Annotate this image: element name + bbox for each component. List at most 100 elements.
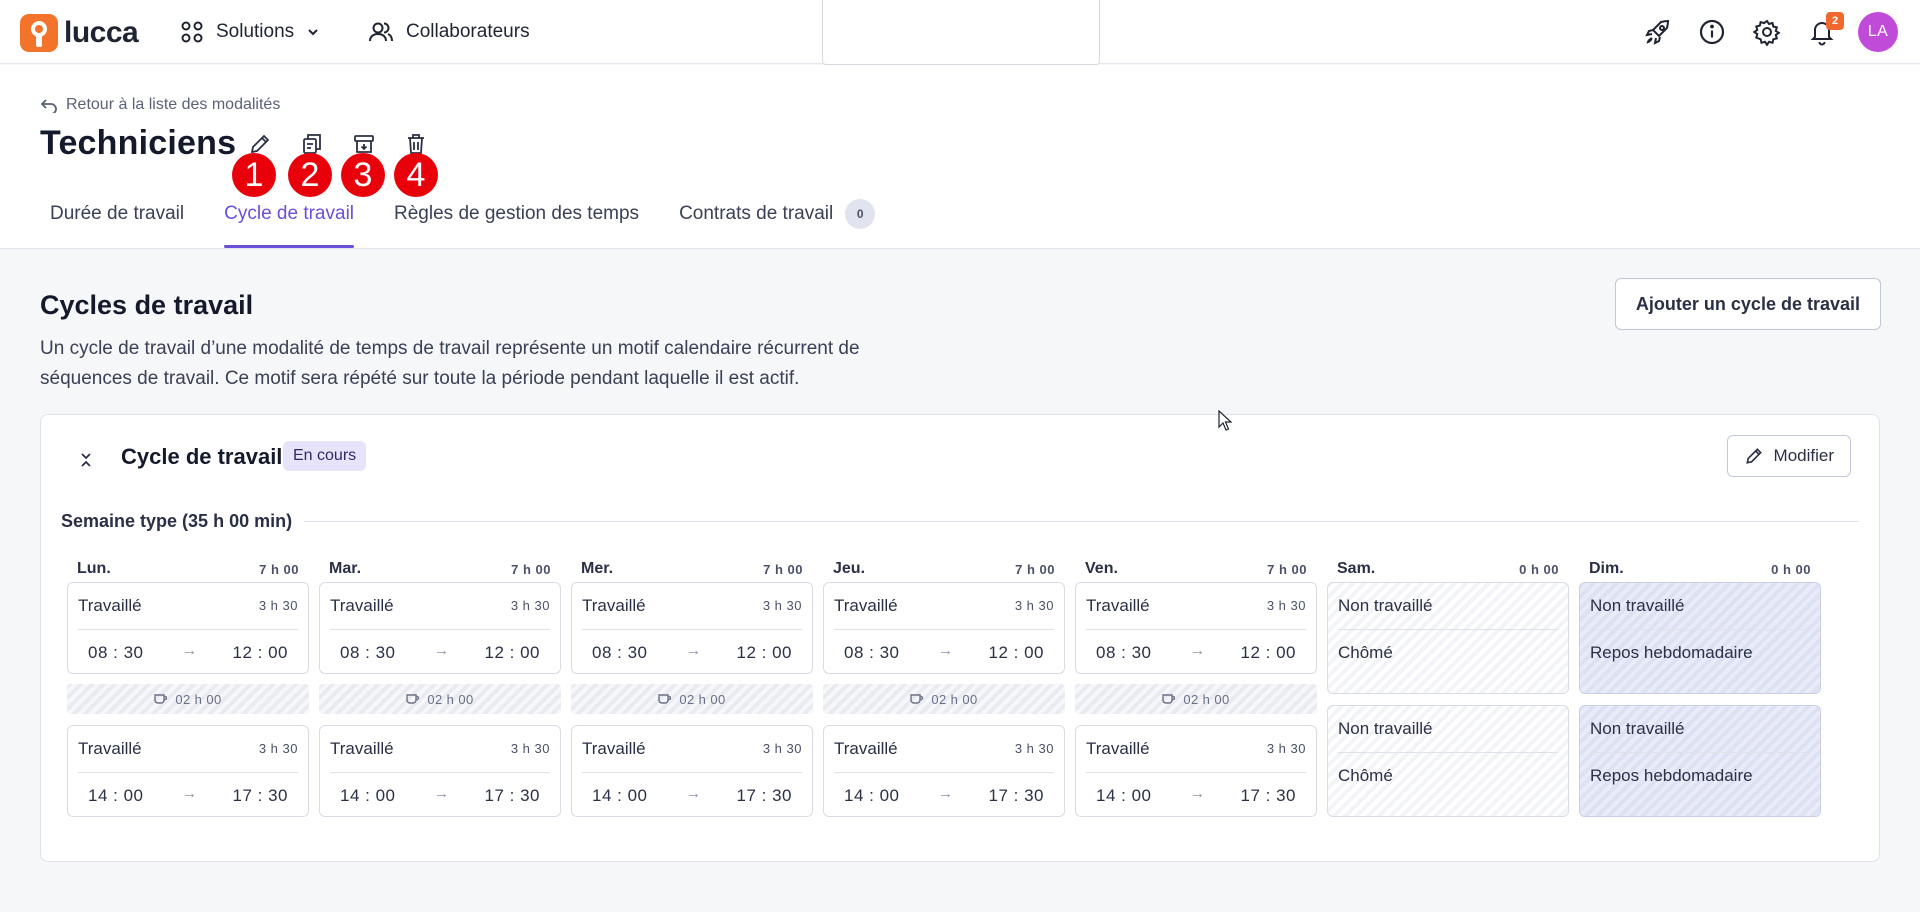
tab-duree-de-travail[interactable]: Durée de travail (50, 195, 184, 233)
logo-text: lucca (64, 16, 139, 49)
work-slot[interactable]: Travaillé 3 h 30 08 : 30 → 12 : 00 (1075, 582, 1317, 674)
slot-label: Travaillé (1086, 596, 1150, 615)
slot-duration: 3 h 30 (762, 741, 802, 756)
top-bar: lucca Solutions Collaborateurs 2 LA (0, 0, 1920, 65)
tab-label: Cycle de travail (224, 203, 355, 224)
slot-duration: 3 h 30 (258, 598, 298, 613)
back-to-list-link[interactable]: Retour à la liste des modalités (40, 96, 280, 114)
day-total: 0 h 00 (1519, 562, 1559, 577)
slot-divider (330, 629, 550, 630)
work-slot[interactable]: Travaillé 3 h 30 08 : 30 → 12 : 00 (823, 582, 1065, 674)
coffee-cup-icon (1162, 694, 1176, 704)
solutions-menu[interactable]: Solutions (180, 16, 320, 48)
card-title: Cycle de travail (121, 444, 283, 469)
coffee-cup-icon (658, 694, 672, 704)
slot-label: Travaillé (1086, 739, 1150, 758)
slot-divider (78, 772, 298, 773)
day-total: 7 h 00 (1267, 562, 1307, 577)
slot-duration: 3 h 30 (762, 598, 802, 613)
modify-cycle-button[interactable]: Modifier (1726, 435, 1851, 477)
work-slot[interactable]: Travaillé 3 h 30 14 : 00 → 17 : 30 (67, 725, 309, 817)
gear-icon (1753, 19, 1781, 46)
tab-contrats-de-travail[interactable]: Contrats de travail 0 (679, 195, 876, 233)
lucca-logo-icon (20, 14, 58, 52)
slot-start-time: 14 : 00 (1096, 786, 1152, 805)
arrow-right-icon: → (1190, 785, 1205, 802)
avatar[interactable]: LA (1858, 12, 1898, 52)
annotation-marker-4: 4 (394, 153, 438, 197)
collaborateurs-link[interactable]: Collaborateurs (368, 16, 530, 48)
slot-end-time: 17 : 30 (988, 786, 1044, 805)
contracts-count-badge: 0 (845, 199, 876, 229)
pause-block: 02 h 00 (823, 684, 1065, 714)
slot-start-time: 14 : 00 (844, 786, 900, 805)
slot-label: Travaillé (330, 739, 394, 758)
slot-start-time: 08 : 30 (1096, 643, 1152, 662)
slot-label: Non travaillé (1338, 596, 1433, 615)
non-work-slot[interactable]: Non travaillé Repos hebdomadaire (1579, 582, 1821, 694)
pause-block: 02 h 00 (67, 684, 309, 714)
day-total: 7 h 00 (511, 562, 551, 577)
day-total: 7 h 00 (1015, 562, 1055, 577)
work-slot[interactable]: Travaillé 3 h 30 08 : 30 → 12 : 00 (571, 582, 813, 674)
arrow-right-icon: → (434, 642, 449, 659)
collapse-button[interactable] (71, 445, 101, 475)
work-slot[interactable]: Travaillé 3 h 30 14 : 00 → 17 : 30 (319, 725, 561, 817)
work-slot[interactable]: Travaillé 3 h 30 14 : 00 → 17 : 30 (1075, 725, 1317, 817)
notifications-button[interactable]: 2 (1806, 12, 1844, 48)
add-work-cycle-button[interactable]: Ajouter un cycle de travail (1614, 278, 1881, 330)
slot-label: Travaillé (582, 739, 646, 758)
slot-duration: 3 h 30 (1266, 741, 1306, 756)
rocket-button[interactable] (1642, 16, 1674, 48)
coffee-cup-icon (154, 694, 168, 704)
slot-divider (834, 629, 1054, 630)
work-slot[interactable]: Travaillé 3 h 30 08 : 30 → 12 : 00 (67, 582, 309, 674)
slot-type: Repos hebdomadaire (1590, 643, 1753, 662)
lucca-logo[interactable]: lucca (20, 14, 139, 52)
non-work-slot[interactable]: Non travaillé Chômé (1327, 705, 1569, 817)
slot-divider (1086, 629, 1306, 630)
tab-label: Contrats de travail (679, 203, 834, 224)
slot-divider (78, 629, 298, 630)
slot-end-time: 17 : 30 (484, 786, 540, 805)
tab-regles-gestion-temps[interactable]: Règles de gestion des temps (394, 195, 639, 233)
pause-block: 02 h 00 (571, 684, 813, 714)
tabs-bar: Durée de travail Cycle de travail Règles… (40, 195, 876, 249)
slot-divider (1338, 752, 1558, 753)
day-total: 0 h 00 (1771, 562, 1811, 577)
work-slot[interactable]: Travaillé 3 h 30 14 : 00 → 17 : 30 (571, 725, 813, 817)
annotation-marker-2: 2 (288, 153, 332, 197)
slot-end-time: 12 : 00 (1240, 643, 1296, 662)
section-description: Un cycle de travail d’une modalité de te… (40, 338, 860, 389)
work-slot[interactable]: Travaillé 3 h 30 14 : 00 → 17 : 30 (823, 725, 1065, 817)
work-slot[interactable]: Travaillé 3 h 30 08 : 30 → 12 : 00 (319, 582, 561, 674)
slot-end-time: 17 : 30 (736, 786, 792, 805)
pause-duration: 02 h 00 (1183, 691, 1230, 707)
arrow-right-icon: → (686, 642, 701, 659)
slot-divider (330, 772, 550, 773)
slot-label: Travaillé (78, 596, 142, 615)
non-work-slot[interactable]: Non travaillé Repos hebdomadaire (1579, 705, 1821, 817)
slot-divider (834, 772, 1054, 773)
arrow-right-icon: → (182, 785, 197, 802)
slot-start-time: 14 : 00 (340, 786, 396, 805)
modify-label: Modifier (1773, 446, 1834, 465)
slot-start-time: 08 : 30 (340, 643, 396, 662)
non-work-slot[interactable]: Non travaillé Chômé (1327, 582, 1569, 694)
back-link-label: Retour à la liste des modalités (66, 96, 281, 113)
chevron-down-icon (308, 29, 318, 36)
slot-type: Chômé (1338, 766, 1393, 785)
slot-end-time: 12 : 00 (232, 643, 288, 662)
info-button[interactable] (1696, 16, 1728, 48)
arrow-right-icon: → (1190, 642, 1205, 659)
annotation-marker-3: 3 (341, 153, 385, 197)
tab-cycle-de-travail[interactable]: Cycle de travail (224, 195, 355, 248)
pause-block: 02 h 00 (1075, 684, 1317, 714)
pause-block: 02 h 00 (319, 684, 561, 714)
slot-start-time: 14 : 00 (592, 786, 648, 805)
page-title: Techniciens (40, 124, 237, 162)
coffee-cup-icon (910, 694, 924, 704)
settings-button[interactable] (1751, 16, 1783, 48)
pause-duration: 02 h 00 (175, 691, 222, 707)
tab-label: Règles de gestion des temps (394, 203, 640, 224)
